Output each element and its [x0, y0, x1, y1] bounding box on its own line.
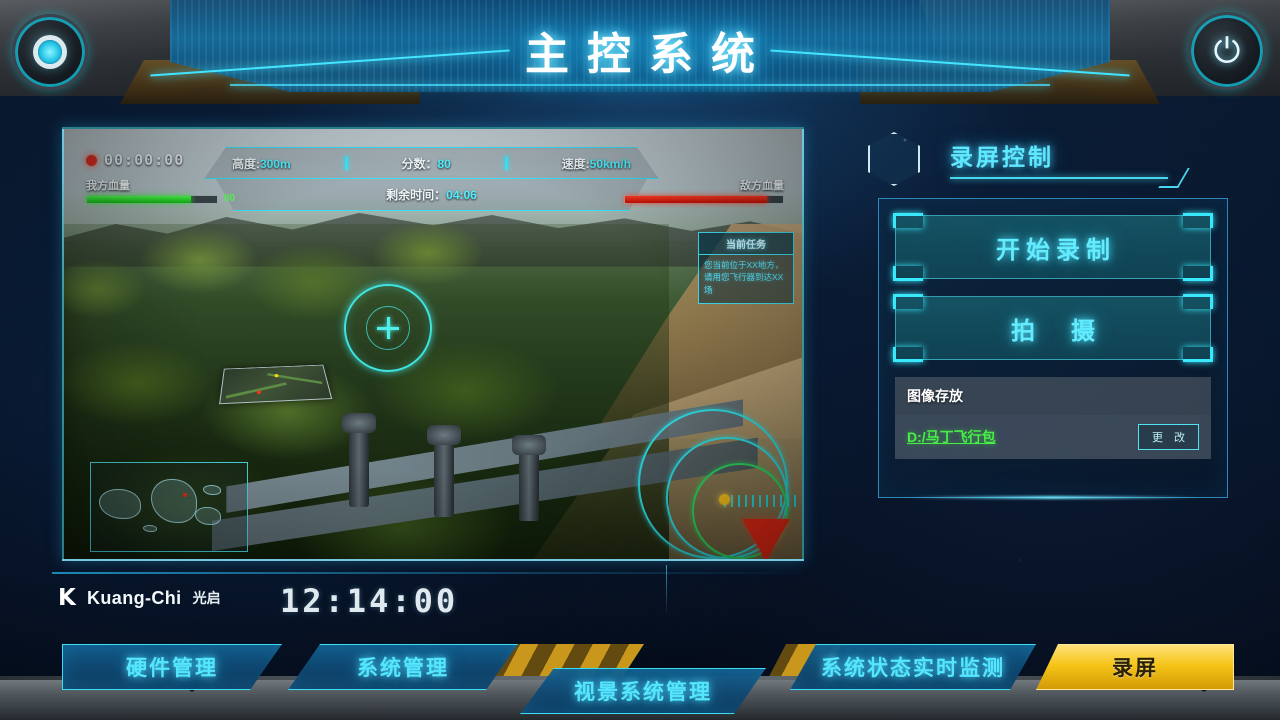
hexagon-icon: [868, 132, 920, 186]
panel-header-rule: [950, 177, 1168, 179]
tab-label: 系统管理: [357, 657, 449, 680]
storage-path-link[interactable]: D:/马丁飞行包: [907, 427, 996, 447]
banner-glow-bottom: [230, 84, 1050, 86]
tab-label: 视景系统管理: [574, 681, 712, 704]
tab-system-management[interactable]: 系统管理: [288, 644, 518, 690]
start-recording-button[interactable]: 开始录制: [893, 213, 1213, 281]
indicator-dial-core: [38, 40, 62, 64]
tab-label: 系统状态实时监测: [821, 657, 1005, 680]
power-button[interactable]: ⏻: [1188, 12, 1266, 90]
page-title: 主控系统: [525, 30, 773, 79]
tab-label: 录屏: [1112, 657, 1158, 680]
tab-hardware-management[interactable]: 硬件管理: [62, 644, 282, 690]
indicator-dial[interactable]: [12, 14, 88, 90]
corner-bracket-br: [1183, 266, 1213, 281]
brand-name-cn: 光启: [192, 590, 221, 606]
power-icon: ⏻: [1213, 32, 1241, 70]
corner-bracket-bl: [893, 347, 923, 362]
corner-bracket-bl: [893, 266, 923, 281]
bottom-nav: 硬件管理 系统管理 视景系统管理 系统状态实时监测 录屏: [0, 638, 1280, 720]
corner-bracket-tl: [893, 294, 923, 309]
corner-bracket-br: [1183, 347, 1213, 362]
footer-divider: [52, 572, 812, 574]
system-clock: 12:14:00: [280, 582, 459, 620]
kuangchi-mark-icon: K: [58, 585, 76, 611]
tab-visual-system-management[interactable]: 视景系统管理: [520, 668, 766, 714]
corner-bracket-tr: [1183, 213, 1213, 228]
brand-name: Kuang-Chi: [87, 587, 182, 608]
tab-screen-recording[interactable]: 录屏: [1036, 644, 1234, 690]
start-recording-label: 开始录制: [996, 236, 1116, 264]
recording-control-panel: 开始录制 拍 摄 图像存放 D:/马丁飞行包 更 改: [878, 198, 1228, 498]
brand-logo: K Kuang-Chi 光启: [58, 586, 221, 610]
tab-label: 硬件管理: [126, 657, 218, 680]
corner-bracket-tr: [1183, 294, 1213, 309]
video-viewport[interactable]: 00:00:00 高度:300m 分数：80 速度:50km/h 剩余时间：04…: [62, 127, 804, 561]
image-storage-row: D:/马丁飞行包 更 改: [895, 415, 1211, 459]
image-storage-header: 图像存放: [895, 377, 1211, 415]
capture-label: 拍 摄: [1011, 317, 1101, 345]
footer-vertical-rule: [666, 565, 667, 617]
capture-button[interactable]: 拍 摄: [893, 294, 1213, 362]
viewport-vignette: [64, 129, 802, 559]
image-storage-box: 图像存放 D:/马丁飞行包 更 改: [895, 377, 1211, 459]
app-root: 主控系统 ⏻ 00:00:00 高度:300m: [0, 0, 1280, 720]
change-path-button[interactable]: 更 改: [1137, 424, 1199, 450]
corner-bracket-tl: [893, 213, 923, 228]
panel-title: 录屏控制: [950, 144, 1054, 170]
panel-header: 录屏控制: [868, 130, 1248, 186]
title-bar: 主控系统 ⏻: [0, 0, 1280, 104]
tab-system-status-monitor[interactable]: 系统状态实时监测: [790, 644, 1036, 690]
